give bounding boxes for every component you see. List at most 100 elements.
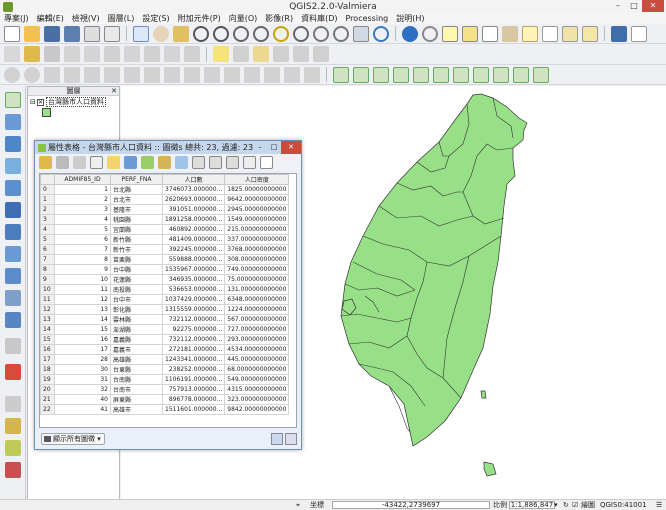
column-header[interactable]: 人口密度 bbox=[224, 174, 290, 185]
crs-label[interactable]: QGIS0:41001 bbox=[600, 500, 647, 510]
table-row[interactable]: 6 7 新竹市 392245.000000... 3768.00000000000 bbox=[40, 244, 290, 255]
pan-to-selected-icon[interactable] bbox=[158, 155, 171, 169]
add-csv-layer-icon[interactable] bbox=[513, 66, 529, 83]
show-bookmarks-icon[interactable] bbox=[562, 25, 578, 42]
menu-help[interactable]: 說明(H) bbox=[392, 13, 428, 24]
print-composer-icon[interactable] bbox=[84, 25, 100, 42]
add-raster-layer-icon[interactable] bbox=[5, 114, 21, 130]
add-part-icon[interactable] bbox=[104, 66, 120, 83]
new-project-icon[interactable] bbox=[4, 25, 20, 42]
table-row[interactable]: 17 28 高雄縣 1243341.000000... 445.000000000000 bbox=[40, 354, 290, 365]
georeferencer-icon[interactable] bbox=[5, 440, 21, 456]
label-move-icon[interactable] bbox=[273, 46, 289, 62]
offset-curve-icon[interactable] bbox=[204, 66, 220, 83]
new-temporary-layer-icon[interactable] bbox=[5, 338, 21, 354]
select-features-icon[interactable] bbox=[442, 25, 458, 42]
add-mssql-layer-icon[interactable] bbox=[433, 66, 449, 83]
zoom-next-icon[interactable] bbox=[333, 25, 349, 42]
pan-to-selection-icon[interactable] bbox=[173, 25, 189, 42]
zoom-last-icon[interactable] bbox=[313, 25, 329, 42]
attr-close-button[interactable]: ✕ bbox=[281, 141, 301, 154]
add-vector-layer-icon[interactable] bbox=[5, 92, 21, 108]
map-tips-icon[interactable] bbox=[522, 25, 538, 42]
scale-field[interactable]: 1:1,886,847 bbox=[509, 501, 555, 509]
table-row[interactable]: 9 10 花蓮縣 346935.000000... 75.0000000000000 bbox=[40, 274, 290, 285]
pointer-tool-icon[interactable] bbox=[133, 25, 149, 42]
save-edits-icon[interactable] bbox=[56, 155, 69, 169]
add-spatialite-icon[interactable] bbox=[5, 158, 21, 174]
help-icon[interactable] bbox=[260, 155, 273, 169]
save-project-icon[interactable] bbox=[44, 25, 60, 42]
move-feature-icon[interactable] bbox=[84, 46, 100, 62]
node-tool-icon[interactable] bbox=[104, 46, 120, 62]
table-view-icon[interactable] bbox=[271, 433, 283, 445]
add-gpx-layer-icon[interactable] bbox=[493, 66, 509, 83]
row-number[interactable]: 20 bbox=[40, 384, 55, 395]
table-row[interactable]: 16 17 嘉義市 272181.000000... 4534.00000000000 bbox=[40, 344, 290, 355]
rotate-point-symbols-icon[interactable] bbox=[304, 66, 320, 83]
current-edits-icon[interactable] bbox=[4, 46, 20, 62]
add-oracle-layer-icon[interactable] bbox=[453, 66, 469, 83]
table-row[interactable]: 14 15 澎湖縣 92275.000000... 727.000000000000 bbox=[40, 324, 290, 335]
add-postgis-layer-icon[interactable] bbox=[413, 66, 429, 83]
column-header[interactable]: PERF_FNA bbox=[110, 174, 163, 185]
python-console-icon[interactable] bbox=[611, 25, 627, 42]
delete-selected-icon[interactable] bbox=[124, 46, 140, 62]
select-by-expression-icon[interactable] bbox=[90, 155, 103, 169]
row-number[interactable]: 13 bbox=[40, 314, 55, 325]
add-ring-icon[interactable] bbox=[84, 66, 100, 83]
menu-vector[interactable]: 向量(O) bbox=[225, 13, 262, 24]
refresh-icon[interactable] bbox=[373, 25, 389, 42]
layer-name[interactable]: 台灣縣市人口資料 bbox=[46, 97, 106, 107]
menu-raster[interactable]: 影像(R) bbox=[261, 13, 297, 24]
row-number[interactable]: 16 bbox=[40, 344, 55, 355]
toggle-edit-pencil-icon[interactable] bbox=[39, 155, 52, 169]
whats-this-help-icon[interactable] bbox=[631, 25, 647, 42]
menu-project[interactable]: 專案(J) bbox=[0, 13, 33, 24]
menu-database[interactable]: 資料庫(D) bbox=[297, 13, 341, 24]
menu-settings[interactable]: 設定(S) bbox=[138, 13, 173, 24]
rotate-feature-icon[interactable] bbox=[44, 66, 60, 83]
layers-panel-close-icon[interactable]: ✕ bbox=[111, 87, 117, 96]
delete-column-icon[interactable] bbox=[209, 155, 222, 169]
zoom-full-icon[interactable] bbox=[253, 25, 269, 42]
add-wms-icon[interactable] bbox=[5, 224, 21, 240]
zoom-actual-size-icon[interactable] bbox=[233, 25, 249, 42]
table-row[interactable]: 3 4 桃園縣 1891258.000000... 1549.00000000000 bbox=[40, 214, 290, 225]
table-row[interactable]: 7 8 苗栗縣 559888.000000... 308.000000000000 bbox=[40, 254, 290, 265]
table-row[interactable]: 11 12 台中市 1037429.000000... 6348.00000000000 bbox=[40, 294, 290, 305]
row-number[interactable]: 1 bbox=[40, 194, 55, 205]
pan-hand-icon[interactable] bbox=[153, 25, 169, 42]
field-calculator-icon[interactable] bbox=[482, 25, 498, 42]
table-row[interactable]: 18 30 台東縣 238252.000000... 68.0000000000000 bbox=[40, 364, 290, 375]
add-wfs-icon[interactable] bbox=[5, 268, 21, 284]
copy-features-icon[interactable] bbox=[164, 46, 180, 62]
menu-view[interactable]: 檢視(V) bbox=[68, 13, 104, 24]
table-row[interactable]: 13 14 雲林縣 732112.000000... 567.000000000000 bbox=[40, 314, 290, 325]
maximize-button[interactable]: □ bbox=[626, 0, 642, 12]
column-header[interactable]: ADMIF85_ID bbox=[54, 174, 111, 185]
zoom-to-selection-icon[interactable] bbox=[273, 25, 289, 42]
row-number[interactable]: 21 bbox=[40, 394, 55, 405]
menu-processing[interactable]: Processing bbox=[342, 13, 393, 24]
rotate-canvas-icon[interactable]: ↻ bbox=[563, 500, 569, 510]
table-row[interactable]: 4 5 宜蘭縣 460892.000000... 215.000000000000 bbox=[40, 224, 290, 235]
label-tool-icon[interactable] bbox=[213, 46, 229, 62]
simplify-feature-icon[interactable] bbox=[64, 66, 80, 83]
messages-icon[interactable]: ☰ bbox=[656, 500, 662, 510]
add-wcs-layer-icon[interactable] bbox=[373, 66, 389, 83]
save-as-icon[interactable] bbox=[64, 25, 80, 42]
row-number[interactable]: 10 bbox=[40, 284, 55, 295]
invert-selection-icon[interactable] bbox=[141, 155, 154, 169]
new-bookmark-icon[interactable] bbox=[542, 25, 558, 42]
delete-part-icon[interactable] bbox=[164, 66, 180, 83]
table-row[interactable]: 10 11 南投縣 536653.000000... 131.000000000000 bbox=[40, 284, 290, 295]
table-row[interactable]: 20 32 台南市 757913.000000... 4315.00000000000 bbox=[40, 384, 290, 395]
reshape-features-icon[interactable] bbox=[184, 66, 200, 83]
row-number[interactable]: 12 bbox=[40, 304, 55, 315]
table-row[interactable]: 19 31 台南縣 1106191.000000... 549.000000000000 bbox=[40, 374, 290, 385]
add-virtual-layer-icon[interactable] bbox=[533, 66, 549, 83]
zoom-in-icon[interactable] bbox=[193, 25, 209, 42]
row-number[interactable]: 22 bbox=[40, 404, 55, 415]
new-shapefile-icon[interactable] bbox=[5, 312, 21, 328]
